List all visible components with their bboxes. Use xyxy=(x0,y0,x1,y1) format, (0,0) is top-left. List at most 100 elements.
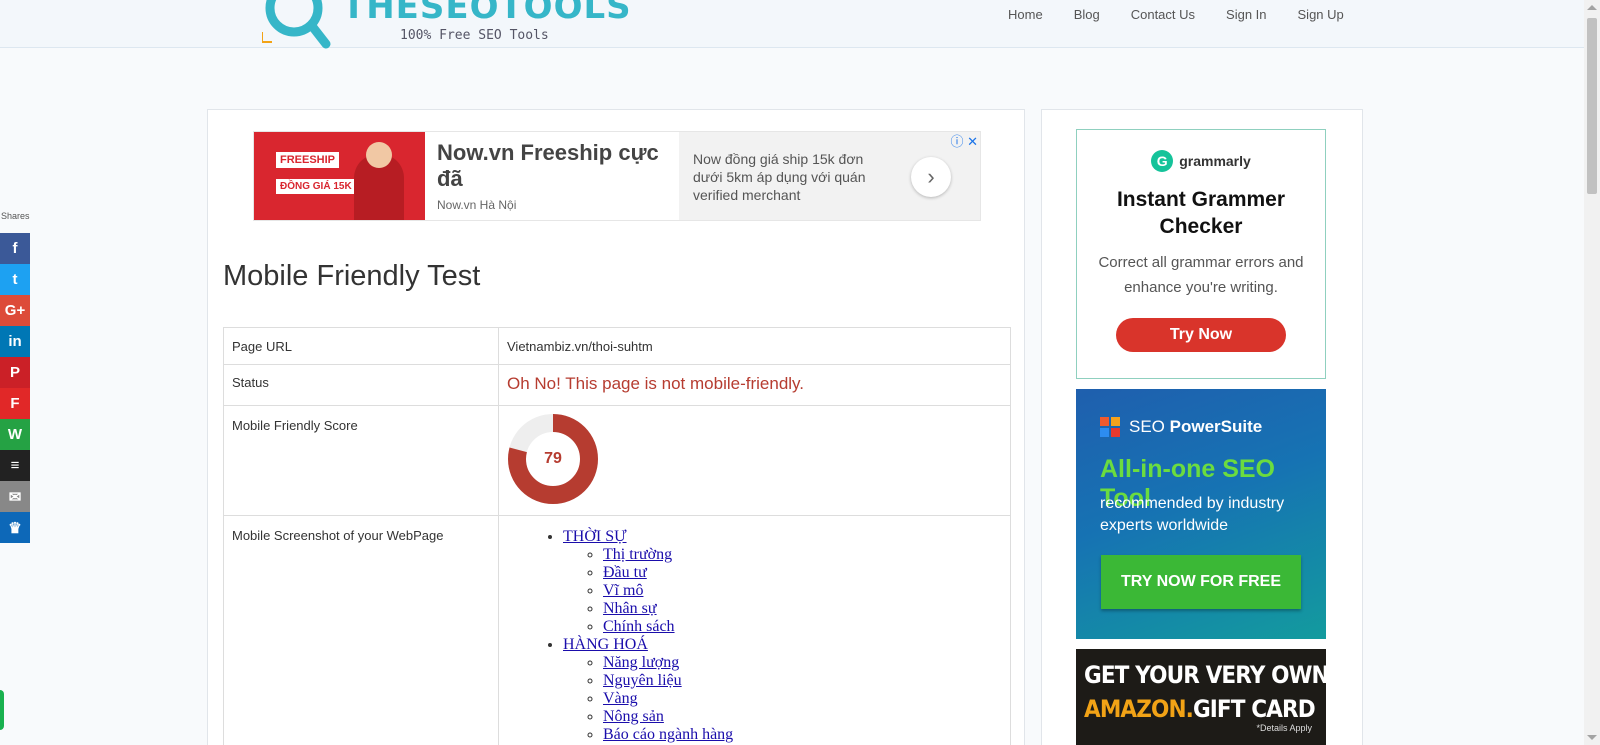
list-item: Đầu tư xyxy=(603,564,1002,582)
linkedin-share-icon[interactable]: in xyxy=(0,326,30,357)
feedback-tab[interactable] xyxy=(0,690,4,730)
top-navbar: THESEOTOOLS 100% Free SEO Tools Home Blo… xyxy=(0,0,1584,49)
ad-banner[interactable]: FREESHIP ĐỒNG GIÁ 15K Now.vn Freeship cự… xyxy=(253,131,981,221)
seo-powersuite-brand: SEO PowerSuite xyxy=(1100,417,1262,437)
seo-subtext: recommended by industry experts worldwid… xyxy=(1100,495,1285,534)
submenu-link[interactable]: Nông sản xyxy=(603,708,664,725)
ad-description-panel: Now đồng giá ship 15k đơn dưới 5km áp dụ… xyxy=(679,132,980,220)
seo-brand-prefix: SEO xyxy=(1129,417,1165,436)
seo-powersuite-ad[interactable]: SEO PowerSuite All-in-one SEO Tool recom… xyxy=(1076,389,1326,639)
twitter-share-icon[interactable]: t xyxy=(0,264,30,295)
page-url-label: Page URL xyxy=(223,327,499,365)
sumome-share-icon[interactable]: ♛ xyxy=(0,512,30,543)
magnifier-logo-icon xyxy=(262,0,331,49)
list-item: Vàng xyxy=(603,690,1002,708)
grammarly-subtext: Correct all grammar errors and enhance y… xyxy=(1098,254,1304,296)
list-item: Chính sách xyxy=(603,618,1002,636)
ad-image-tag-price: ĐỒNG GIÁ 15K xyxy=(276,179,356,194)
site-logo[interactable]: THESEOTOOLS 100% Free SEO Tools xyxy=(262,0,631,49)
share-bar: f t G+ in P F W ≡ ✉ ♛ xyxy=(0,233,30,543)
table-row: Status Oh No! This page is not mobile-fr… xyxy=(223,364,1011,406)
ad-close-icon[interactable]: ⓘ ✕ xyxy=(950,131,978,150)
scroll-down-arrow-icon[interactable] xyxy=(1587,735,1597,740)
status-label: Status xyxy=(223,364,499,406)
amazon-brand: AMAZON. xyxy=(1084,695,1194,723)
nav-blog[interactable]: Blog xyxy=(1074,7,1100,22)
amazon-ad-line2: AMAZON.GIFT CARD xyxy=(1084,695,1316,723)
amazon-ad-line1: GET YOUR VERY OWN xyxy=(1084,661,1330,689)
list-item: Năng lượng xyxy=(603,654,1002,672)
submenu-link[interactable]: Nhân sự xyxy=(603,600,657,617)
nav-home[interactable]: Home xyxy=(1008,7,1043,22)
seo-brand-name: PowerSuite xyxy=(1169,417,1263,436)
submenu-link[interactable]: Nguyên liệu xyxy=(603,672,682,689)
list-item: Vĩ mô xyxy=(603,582,1002,600)
amazon-gift-card-ad[interactable]: GET YOUR VERY OWN AMAZON.GIFT CARD *Deta… xyxy=(1076,649,1330,745)
submenu-link[interactable]: Đầu tư xyxy=(603,564,647,581)
list-item: THỜI SỰThị trườngĐầu tưVĩ môNhân sựChính… xyxy=(563,528,1002,636)
list-item: Nông sản xyxy=(603,708,1002,726)
ad-image-tag-freeship: FREESHIP xyxy=(276,152,340,168)
submenu-link[interactable]: Năng lượng xyxy=(603,654,679,671)
submenu-link[interactable]: Vàng xyxy=(603,690,638,707)
list-item: Báo cáo ngành hàng xyxy=(603,726,1002,744)
amazon-details: *Details Apply xyxy=(1256,723,1312,733)
list-item: Nhân sự xyxy=(603,600,1002,618)
grammarly-brand: G grammarly xyxy=(1077,150,1325,172)
chevron-right-icon[interactable]: › xyxy=(911,157,951,197)
main-nav: Home Blog Contact Us Sign In Sign Up xyxy=(1008,7,1344,22)
scroll-thumb[interactable] xyxy=(1587,18,1597,194)
google-plus-share-icon[interactable]: G+ xyxy=(0,295,30,326)
list-item: Thị trường xyxy=(603,546,1002,564)
score-cell: 79 xyxy=(498,405,1011,516)
list-item: HÀNG HOÁNăng lượngNguyên liệuVàngNông sả… xyxy=(563,636,1002,744)
buffer-share-icon[interactable]: ≡ xyxy=(0,450,30,481)
scroll-up-arrow-icon[interactable] xyxy=(1587,5,1597,10)
menu-link[interactable]: THỜI SỰ xyxy=(563,528,627,545)
grammarly-ad[interactable]: G grammarly Instant Grammer Checker Corr… xyxy=(1076,129,1326,379)
list-item: Nguyên liệu xyxy=(603,672,1002,690)
grammarly-brand-name: grammarly xyxy=(1179,153,1251,169)
amazon-ad-line2-rest: GIFT CARD xyxy=(1192,695,1316,723)
grammarly-try-now-button[interactable]: Try Now xyxy=(1116,318,1286,352)
email-share-icon[interactable]: ✉ xyxy=(0,481,30,512)
grammarly-logo-icon: G xyxy=(1151,150,1174,172)
submenu-list: Năng lượngNguyên liệuVàngNông sảnBáo cáo… xyxy=(563,654,1002,744)
score-gauge: 79 xyxy=(507,413,599,505)
status-message: Oh No! This page is not mobile-friendly. xyxy=(507,374,805,393)
nav-sign-up[interactable]: Sign Up xyxy=(1298,7,1344,22)
submenu-link[interactable]: Chính sách xyxy=(603,618,675,635)
nav-contact-us[interactable]: Contact Us xyxy=(1131,7,1195,22)
ad-source: Now.vn Hà Nội xyxy=(437,198,517,212)
ad-image[interactable]: FREESHIP ĐỒNG GIÁ 15K xyxy=(254,132,425,220)
flipboard-share-icon[interactable]: F xyxy=(0,388,30,419)
table-row: Mobile Screenshot of your WebPage THỜI S… xyxy=(223,515,1011,745)
ad-description: Now đồng giá ship 15k đơn dưới 5km áp dụ… xyxy=(693,151,866,203)
submenu-link[interactable]: Thị trường xyxy=(603,546,672,563)
main-content-card: FREESHIP ĐỒNG GIÁ 15K Now.vn Freeship cự… xyxy=(207,109,1025,745)
screenshot-menu-list: THỜI SỰThị trườngĐầu tưVĩ môNhân sựChính… xyxy=(507,528,1002,744)
page-title: Mobile Friendly Test xyxy=(223,260,481,292)
table-row: Page URL Vietnambiz.vn/thoi-suhtm xyxy=(223,327,1011,365)
nav-sign-in[interactable]: Sign In xyxy=(1226,7,1266,22)
results-table: Page URL Vietnambiz.vn/thoi-suhtm Status… xyxy=(223,327,1011,745)
whatsapp-share-icon[interactable]: W xyxy=(0,419,30,450)
page-scrollbar[interactable] xyxy=(1584,0,1600,745)
submenu-link[interactable]: Báo cáo ngành hàng xyxy=(603,726,733,743)
screenshot-label: Mobile Screenshot of your WebPage xyxy=(223,515,499,745)
submenu-list: Thị trườngĐầu tưVĩ môNhân sựChính sách xyxy=(563,546,1002,636)
submenu-link[interactable]: Vĩ mô xyxy=(603,582,643,599)
menu-link[interactable]: HÀNG HOÁ xyxy=(563,636,648,653)
screenshot-cell: THỜI SỰThị trườngĐầu tưVĩ môNhân sựChính… xyxy=(498,515,1011,745)
logo-tagline: 100% Free SEO Tools xyxy=(400,28,549,43)
logo-wordmark: THESEOTOOLS xyxy=(342,0,632,27)
grammarly-headline: Instant Grammer Checker xyxy=(1116,188,1286,238)
facebook-share-icon[interactable]: f xyxy=(0,233,30,264)
ad-person-head xyxy=(366,142,392,168)
score-value: 79 xyxy=(544,450,562,467)
pinterest-share-icon[interactable]: P xyxy=(0,357,30,388)
score-label: Mobile Friendly Score xyxy=(223,405,499,516)
seo-try-free-button[interactable]: TRY NOW FOR FREE xyxy=(1101,555,1301,609)
ad-title[interactable]: Now.vn Freeship cực đã xyxy=(437,140,677,192)
status-cell: Oh No! This page is not mobile-friendly. xyxy=(498,364,1011,406)
